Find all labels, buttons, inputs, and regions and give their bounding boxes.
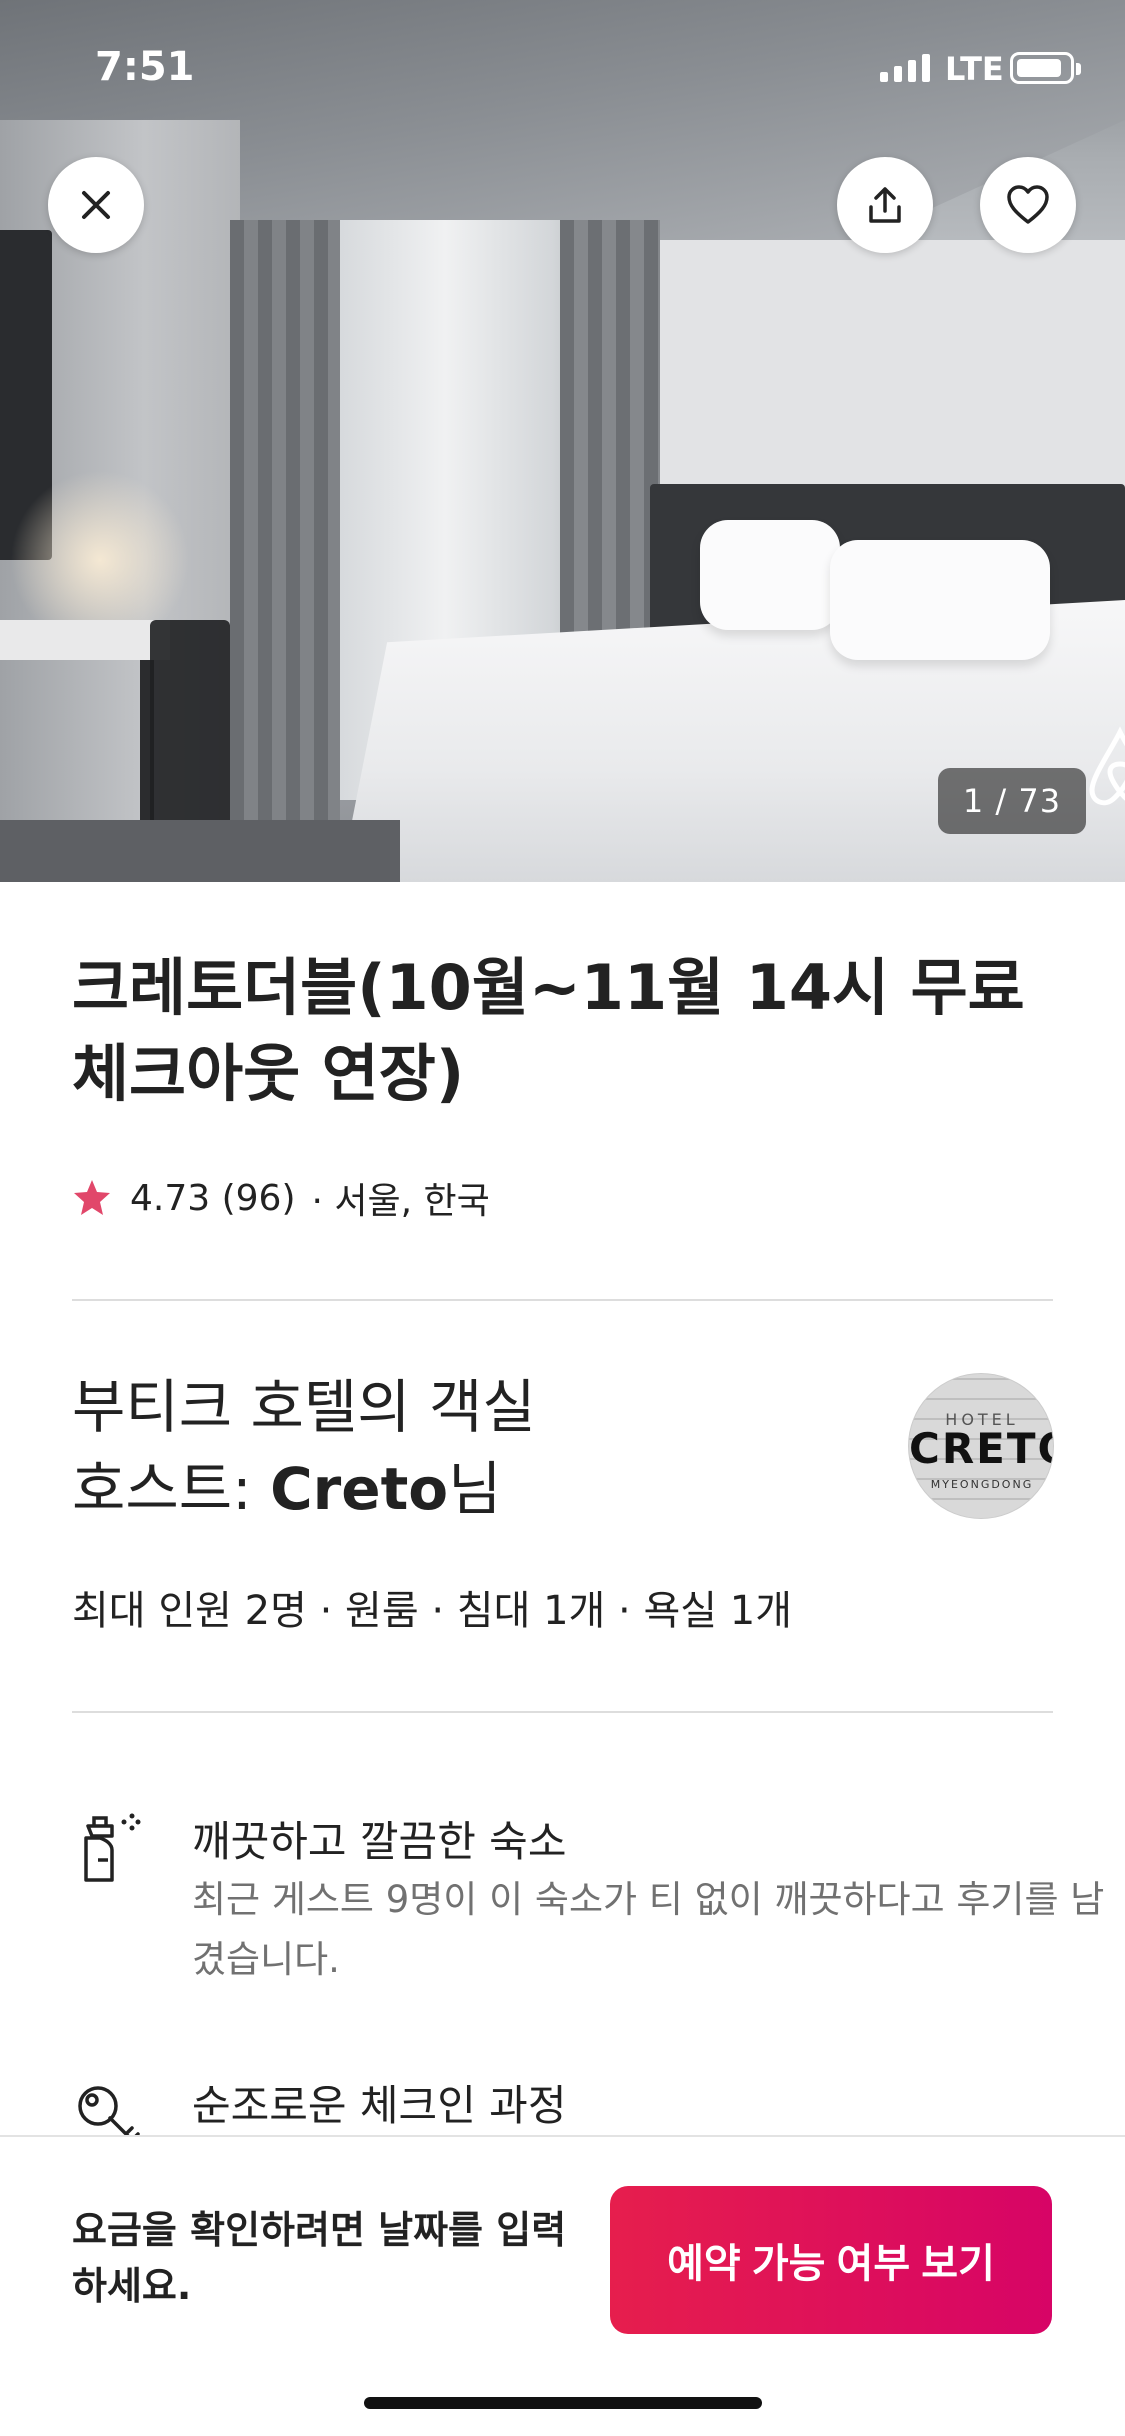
host-suffix: 님: [448, 1455, 502, 1523]
listing-location: · 서울, 한국: [311, 1181, 490, 1222]
battery-icon: [1010, 52, 1081, 84]
photo-chair: [150, 620, 230, 850]
room-type: 부티크 호텔의 객실: [72, 1373, 536, 1441]
listing-photo[interactable]: 1 / 73: [0, 0, 1125, 882]
photo-curtain-left: [230, 220, 340, 820]
divider: [72, 1299, 1053, 1301]
check-availability-button[interactable]: 예약 가능 여부 보기: [610, 2186, 1052, 2334]
feature-title: 순조로운 체크인 과정: [192, 2081, 567, 2130]
rating-value: 4.73 (96): [130, 1177, 296, 1219]
host-name: Creto: [270, 1455, 449, 1523]
avatar-logo-bottom: MYEONGDONG: [930, 1478, 1034, 1491]
close-button[interactable]: [48, 157, 144, 253]
spray-bottle-icon: [84, 1813, 141, 1882]
heart-icon: [1007, 185, 1049, 224]
share-icon: [869, 187, 901, 223]
room-capacity-info: 최대 인원 2명 · 원룸 · 침대 1개 · 욕실 1개: [72, 1588, 793, 1634]
host-line: 호스트: Creto님: [72, 1448, 536, 1530]
photo-counter: 1 / 73: [938, 768, 1086, 834]
save-to-wishlist-button[interactable]: [980, 157, 1076, 253]
photo-pillow: [830, 540, 1050, 660]
status-time: 7:51: [95, 44, 195, 90]
status-bar: 7:51 LTE: [0, 0, 1125, 120]
avatar-logo: CRETO: [909, 1424, 1053, 1473]
host-avatar[interactable]: HOTEL CRETO MYEONGDONG: [908, 1373, 1054, 1519]
host-prefix: 호스트:: [72, 1455, 271, 1523]
signal-icon: [880, 52, 930, 82]
network-label: LTE: [945, 50, 1004, 88]
feature-title: 깨끗하고 깔끔한 숙소: [192, 1817, 567, 1866]
listing-title: 크레토더블(10월~11월 14시 무료 체크아웃 연장): [72, 951, 1025, 1110]
share-button[interactable]: [837, 157, 933, 253]
home-indicator[interactable]: [364, 2397, 762, 2409]
price-prompt[interactable]: 요금을 확인하려면 날짜를 입력하세요.: [72, 2202, 592, 2314]
photo-desk: [0, 620, 170, 660]
room-type-heading: 부티크 호텔의 객실 호스트: Creto님: [72, 1366, 536, 1530]
star-icon: [74, 1180, 110, 1215]
photo-pillow: [700, 520, 840, 630]
close-icon: [82, 191, 110, 219]
rating-row[interactable]: 4.73 (96) · 서울, 한국: [72, 1172, 490, 1224]
photo-floor: [0, 820, 400, 882]
divider: [72, 1711, 1053, 1713]
feature-description: 최근 게스트 9명이 이 숙소가 티 없이 깨끗하다고 후기를 남겼습니다.: [192, 1878, 1105, 1981]
airbnb-logo-icon: [1089, 726, 1125, 806]
